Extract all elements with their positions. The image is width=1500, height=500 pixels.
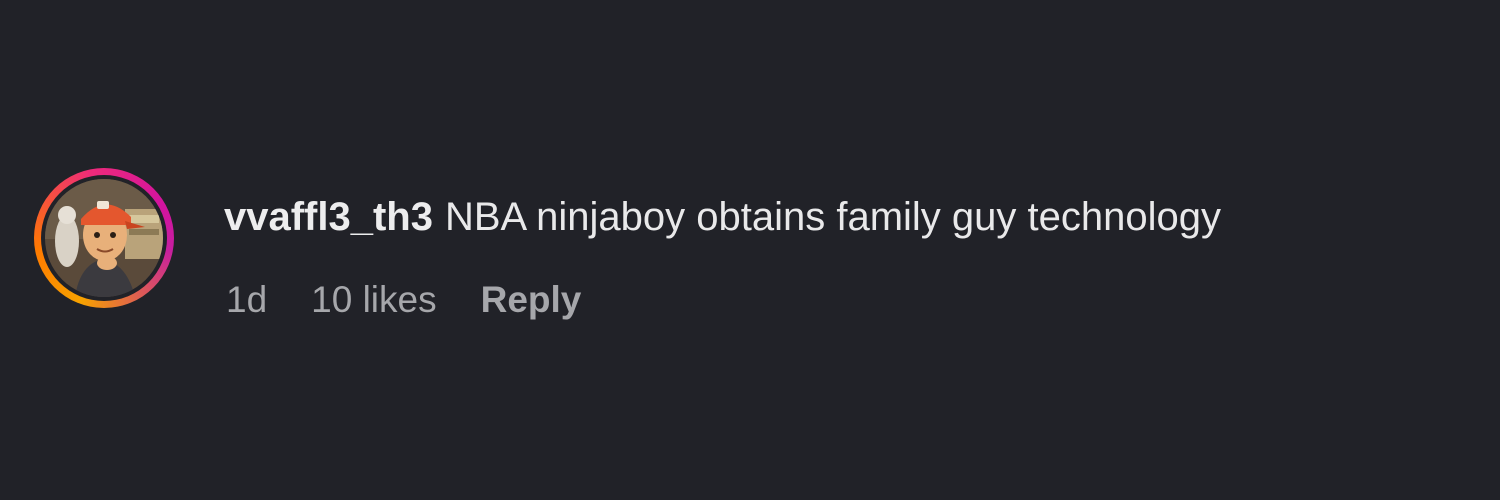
avatar-ring-gap: [41, 175, 167, 301]
comment-timestamp[interactable]: 1d: [226, 278, 267, 322]
comment-username[interactable]: vvaffl3_th3: [224, 195, 433, 239]
comment-text: NBA ninjaboy obtains family guy technolo…: [444, 195, 1221, 239]
avatar: [45, 179, 163, 297]
comment-likes-count[interactable]: 10 likes: [311, 278, 436, 322]
comment-meta: 1d 10 likes Reply: [226, 278, 581, 322]
reply-button[interactable]: Reply: [481, 278, 582, 322]
comment-item: vvaffl3_th3 NBA ninjaboy obtains family g…: [34, 168, 1474, 320]
comment-body: vvaffl3_th3 NBA ninjaboy obtains family g…: [224, 194, 1221, 240]
avatar-story-ring[interactable]: [34, 168, 174, 308]
